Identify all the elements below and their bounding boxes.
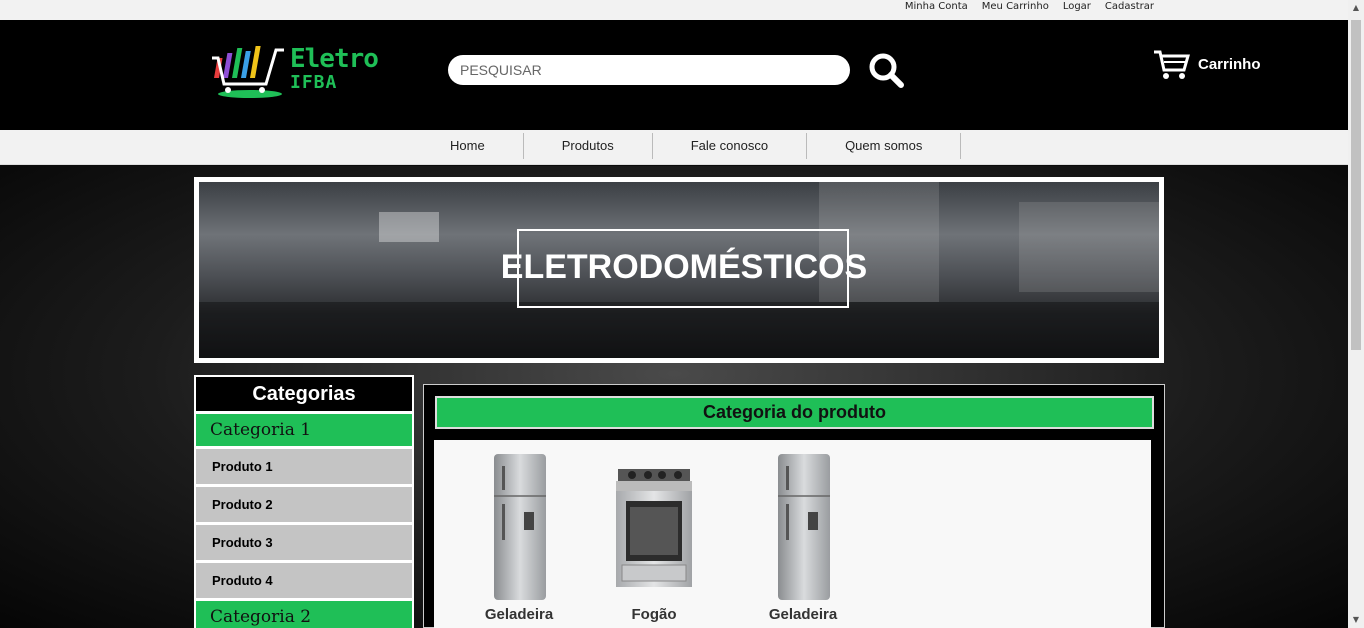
sidebar-item-produto-3[interactable]: Produto 3 (196, 525, 412, 560)
banner-title: ELETRODOMÉSTICOS (500, 248, 868, 286)
search-button[interactable] (866, 50, 906, 90)
cart-logo-icon (212, 46, 284, 98)
product-content: Categoria do produto Geladeira Fogão Gel… (423, 384, 1165, 628)
product-card[interactable]: Geladeira (748, 452, 858, 623)
site-logo[interactable]: Eletro IFBA (210, 44, 400, 104)
logo-text-ifba: IFBA (290, 72, 338, 93)
sidebar-category-2[interactable]: Categoria 2 (196, 601, 412, 628)
nav-item-produtos[interactable]: Produtos (524, 133, 653, 159)
sidebar-item-produto-2[interactable]: Produto 2 (196, 487, 412, 522)
scroll-down-arrow-icon[interactable]: ▼ (1348, 612, 1364, 628)
cart-button[interactable]: Carrinho (1152, 48, 1261, 80)
categories-sidebar: Categorias Categoria 1 Produto 1 Produto… (194, 375, 414, 628)
search-input[interactable] (448, 55, 850, 85)
link-logar[interactable]: Logar (1063, 0, 1091, 13)
sidebar-item-produto-1[interactable]: Produto 1 (196, 449, 412, 484)
product-card[interactable]: Fogão (599, 452, 709, 623)
cart-label: Carrinho (1198, 55, 1261, 73)
nav-item-home[interactable]: Home (430, 133, 524, 159)
link-minha-conta[interactable]: Minha Conta (905, 0, 968, 13)
search-icon (869, 53, 904, 88)
banner-image: ELETRODOMÉSTICOS (199, 182, 1159, 358)
stove-icon (616, 469, 692, 587)
content-title: Categoria do produto (435, 396, 1154, 429)
nav-item-quem-somos[interactable]: Quem somos (807, 133, 962, 159)
top-links-bar: Minha Conta Meu Carrinho Logar Cadastrar (0, 0, 1348, 20)
account-links: Minha Conta Meu Carrinho Logar Cadastrar (905, 0, 1154, 13)
hero-banner: ELETRODOMÉSTICOS (194, 177, 1164, 363)
product-name: Geladeira (768, 606, 838, 623)
product-name: Fogão (631, 606, 677, 623)
site-header: Eletro IFBA Carrinho (0, 20, 1348, 130)
refrigerator-icon (778, 454, 830, 600)
product-grid: Geladeira Fogão Geladeira (434, 440, 1151, 628)
main-nav: Home Produtos Fale conosco Quem somos (0, 130, 1348, 165)
sidebar-title: Categorias (196, 377, 412, 411)
logo-text-eletro: Eletro (290, 44, 379, 74)
product-name: Geladeira (484, 606, 554, 623)
sidebar-item-produto-4[interactable]: Produto 4 (196, 563, 412, 598)
sidebar-category-1[interactable]: Categoria 1 (196, 414, 412, 446)
link-meu-carrinho[interactable]: Meu Carrinho (982, 0, 1049, 13)
product-card[interactable]: Geladeira (464, 452, 574, 623)
page-scrollbar[interactable]: ▲ ▼ (1348, 0, 1364, 628)
scroll-thumb[interactable] (1351, 20, 1361, 350)
nav-item-fale-conosco[interactable]: Fale conosco (653, 133, 808, 159)
shopping-cart-icon (1154, 50, 1190, 79)
refrigerator-icon (494, 454, 546, 600)
scroll-up-arrow-icon[interactable]: ▲ (1348, 0, 1364, 16)
link-cadastrar[interactable]: Cadastrar (1105, 0, 1154, 13)
